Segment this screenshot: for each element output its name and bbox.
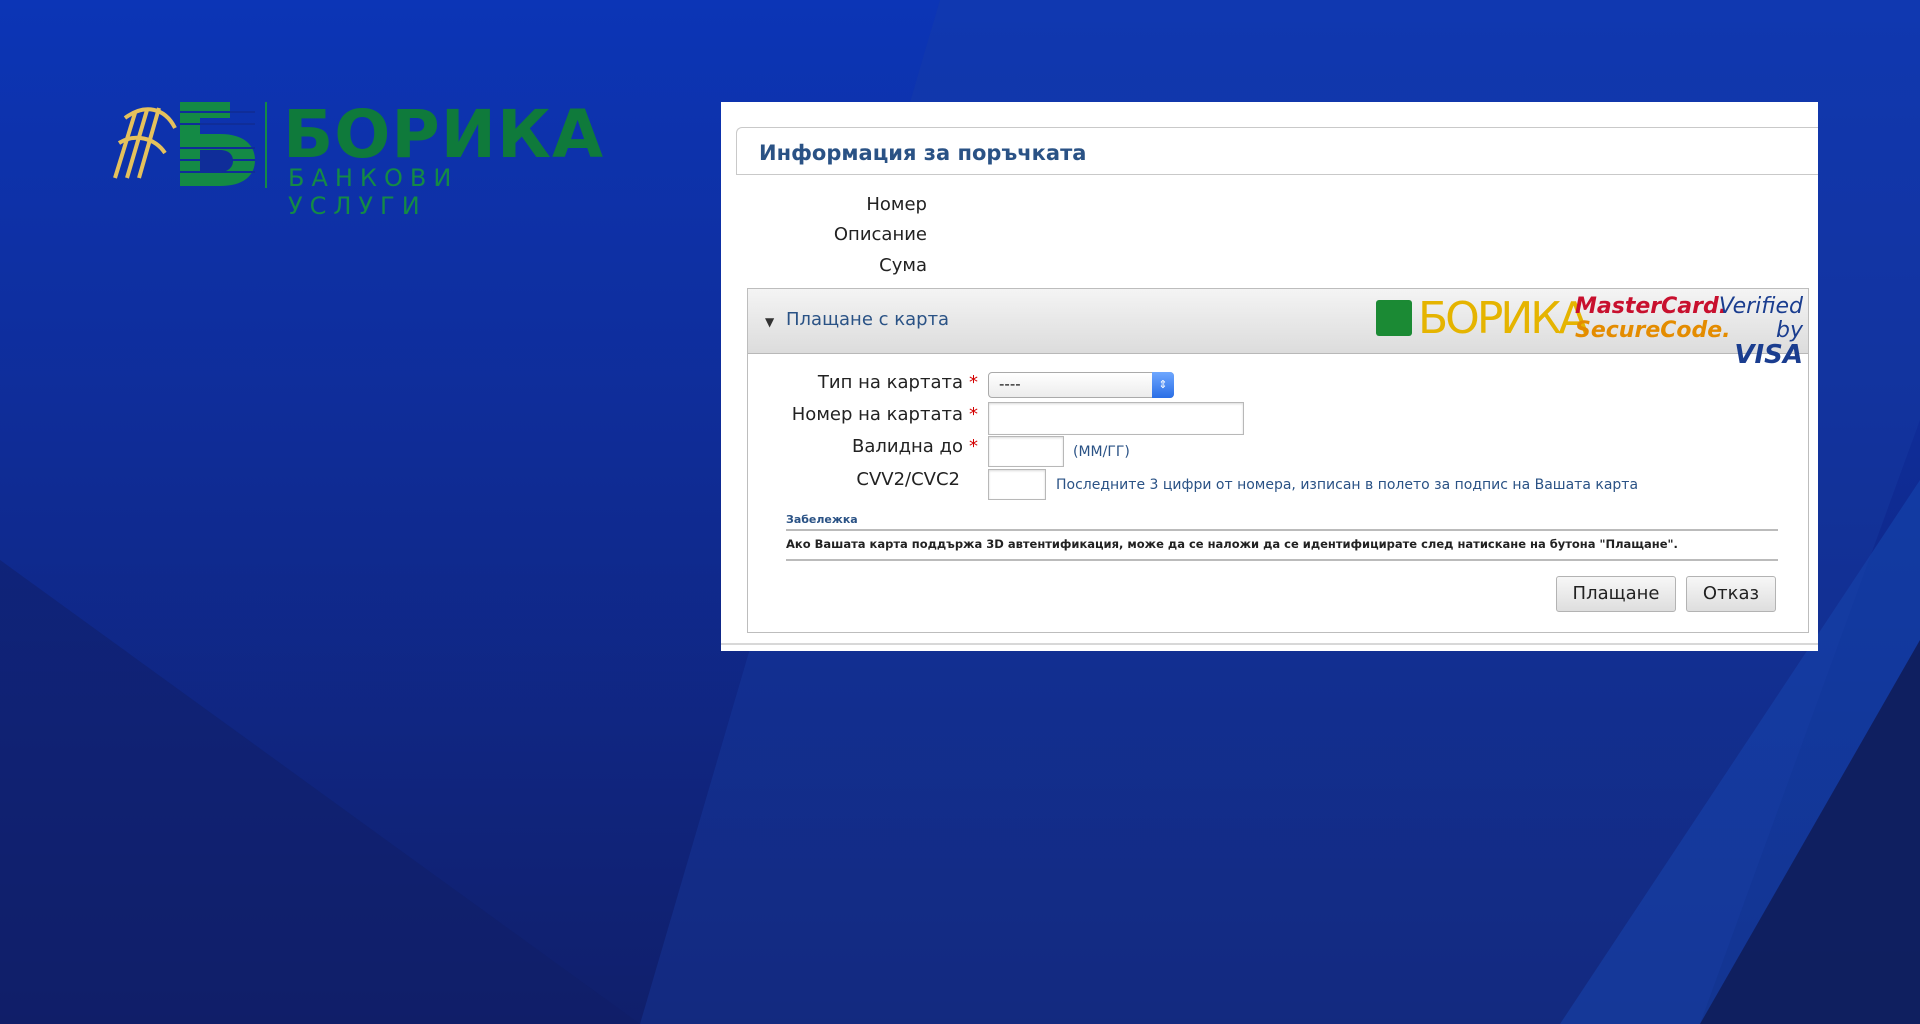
order-number-label: Номер <box>866 194 927 215</box>
logo-subtitle: БАНКОВИ УСЛУГИ <box>288 164 459 220</box>
card-type-label: Тип на картата * <box>748 372 978 393</box>
card-number-label-text: Номер на картата <box>791 404 963 425</box>
logo-title: БОРИКА <box>283 96 605 173</box>
payment-panel: Информация за поръчката Номер Описание С… <box>721 102 1818 651</box>
expiry-label-text: Валидна до <box>851 436 963 457</box>
note-divider-top <box>786 529 1778 531</box>
note-title: Забележка <box>786 513 858 526</box>
verified-by-visa-logo: Verified by VISA <box>1703 294 1803 370</box>
logo-divider <box>265 102 267 188</box>
required-mark: * <box>969 436 978 457</box>
card-type-label-text: Тип на картата <box>817 372 963 393</box>
card-number-label: Номер на картата * <box>748 404 978 425</box>
order-description-label: Описание <box>833 224 927 245</box>
cvv-label: CVV2/CVC2 <box>856 469 960 490</box>
borica-lion-icon <box>1376 300 1412 336</box>
order-info-title: Информация за поръчката <box>759 141 1087 165</box>
order-amount-label: Сума <box>879 255 927 276</box>
borica-small-logo-text: БОРИКА <box>1418 293 1589 344</box>
expiry-format-hint: (ММ/ГГ) <box>1073 444 1130 460</box>
card-number-input[interactable] <box>988 402 1244 435</box>
borica-small-logo: БОРИКА <box>1376 293 1589 344</box>
cvv-hint: Последните 3 цифри от номера, изписан в … <box>1056 477 1639 493</box>
card-payment-header-label[interactable]: Плащане с карта <box>786 309 949 330</box>
select-arrows-icon[interactable]: ⇕ <box>1152 372 1174 398</box>
order-info-header: Информация за поръчката <box>736 127 1818 175</box>
card-payment-header[interactable]: ▼ Плащане с карта БОРИКА MasterCard. Sec… <box>748 289 1808 368</box>
visa-logo-line1: Verified by <box>1718 294 1803 343</box>
expiry-label: Валидна до * <box>748 436 978 457</box>
note-divider-bottom <box>786 559 1778 561</box>
borica-logo: БОРИКА БАНКОВИ УСЛУГИ <box>105 96 605 220</box>
cvv-input[interactable] <box>988 469 1046 500</box>
card-type-select-value: ---- <box>999 375 1021 393</box>
card-payment-section: ▼ Плащане с карта БОРИКА MasterCard. Sec… <box>747 288 1809 633</box>
pay-button[interactable]: Плащане <box>1556 576 1676 612</box>
card-type-select[interactable]: ---- ⇕ <box>988 372 1174 398</box>
note-text: Ако Вашата карта поддържа 3D автентифика… <box>786 537 1678 551</box>
cancel-button[interactable]: Отказ <box>1686 576 1776 612</box>
expiry-input[interactable] <box>988 436 1064 467</box>
lion-emblem-icon <box>113 102 255 186</box>
required-mark: * <box>969 372 978 393</box>
panel-bottom-divider <box>721 643 1818 645</box>
triangle-down-icon[interactable]: ▼ <box>765 315 774 329</box>
visa-logo-line2: VISA <box>1734 340 1803 370</box>
required-mark: * <box>969 404 978 425</box>
